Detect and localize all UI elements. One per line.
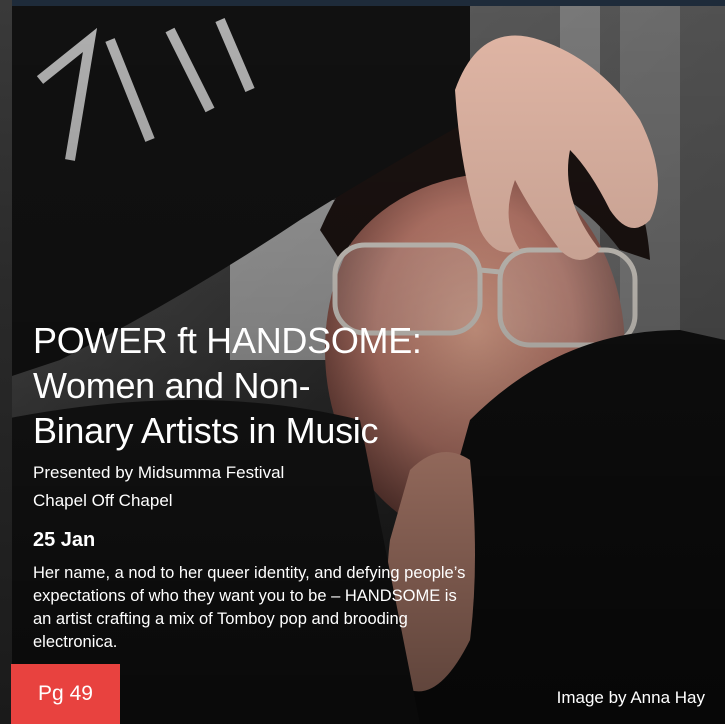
event-title: POWER ft HANDSOME: Women and Non- Binary…: [33, 318, 483, 453]
photo-credit: Image by Anna Hay: [556, 688, 705, 707]
event-presenter: Presented by Midsumma Festival: [33, 463, 285, 482]
event-venue: Chapel Off Chapel: [33, 491, 173, 510]
event-date: 25 Jan: [33, 529, 96, 551]
event-description: Her name, a nod to her queer identity, a…: [33, 564, 466, 651]
event-info: POWER ft HANDSOME: Women and Non- Binary…: [33, 318, 483, 654]
event-title-line-1: POWER ft HANDSOME:: [33, 320, 422, 361]
top-edge: [0, 0, 725, 6]
page-number-badge: Pg 49: [11, 664, 120, 724]
event-card: POWER ft HANDSOME: Women and Non- Binary…: [0, 0, 725, 724]
left-edge: [0, 0, 12, 724]
event-title-line-3: Binary Artists in Music: [33, 410, 379, 451]
event-title-line-2: Women and Non-: [33, 365, 311, 406]
